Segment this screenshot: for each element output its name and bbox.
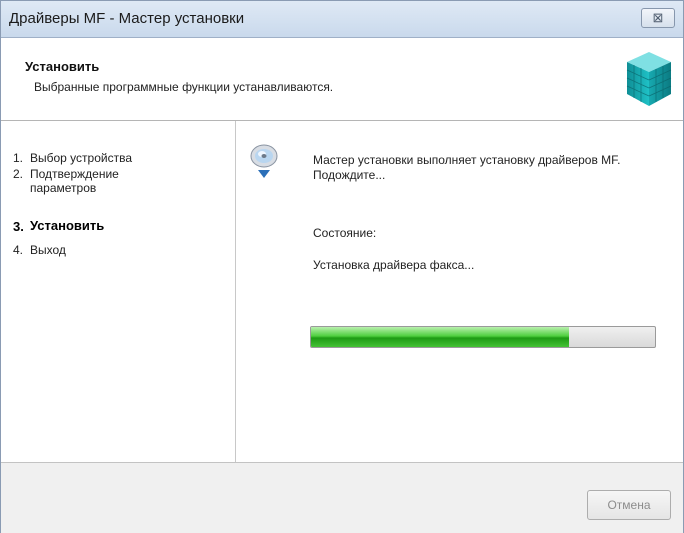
install-progress-bar — [310, 326, 656, 348]
step-number: 2. — [13, 167, 24, 181]
status-label: Состояние: — [313, 226, 377, 240]
cancel-button[interactable]: Отмена — [587, 490, 671, 520]
title-bar[interactable]: Драйверы MF - Мастер установки ⊠ — [1, 1, 683, 38]
installer-cube-icon — [626, 52, 672, 106]
wizard-body: 1. Выбор устройства 2. Подтверждение пар… — [1, 121, 683, 462]
status-text: Установка драйвера факса... — [313, 258, 475, 272]
header-title: Установить — [25, 59, 100, 74]
wizard-footer: Отмена — [1, 462, 683, 533]
step-label: Выход — [30, 243, 66, 257]
step-number: 1. — [13, 151, 24, 165]
step-item-exit: 4. Выход — [13, 243, 215, 257]
step-number: 3. — [13, 219, 24, 234]
window-title: Драйверы MF - Мастер установки — [9, 10, 245, 27]
step-label: Подтверждение параметров — [30, 167, 119, 195]
cd-install-icon — [250, 144, 278, 178]
content-panel: Мастер установки выполняет установку дра… — [237, 121, 683, 462]
close-icon: ⊠ — [652, 10, 664, 25]
step-label: Выбор устройства — [30, 151, 133, 165]
step-item-device: 1. Выбор устройства — [13, 151, 215, 165]
step-item-confirm: 2. Подтверждение параметров — [13, 167, 170, 195]
step-number: 4. — [13, 243, 24, 257]
wizard-header: Установить Выбранные программные функции… — [1, 38, 683, 121]
progress-fill — [311, 327, 569, 347]
installer-window: Драйверы MF - Мастер установки ⊠ Установ… — [0, 0, 684, 533]
header-subtitle: Выбранные программные функции устанавлив… — [34, 80, 334, 94]
steps-panel: 1. Выбор устройства 2. Подтверждение пар… — [1, 121, 236, 462]
step-label: Установить — [30, 218, 105, 233]
install-message: Мастер установки выполняет установку дра… — [313, 153, 621, 182]
close-button[interactable]: ⊠ — [641, 8, 675, 28]
step-item-install: 3. Установить — [13, 218, 215, 235]
